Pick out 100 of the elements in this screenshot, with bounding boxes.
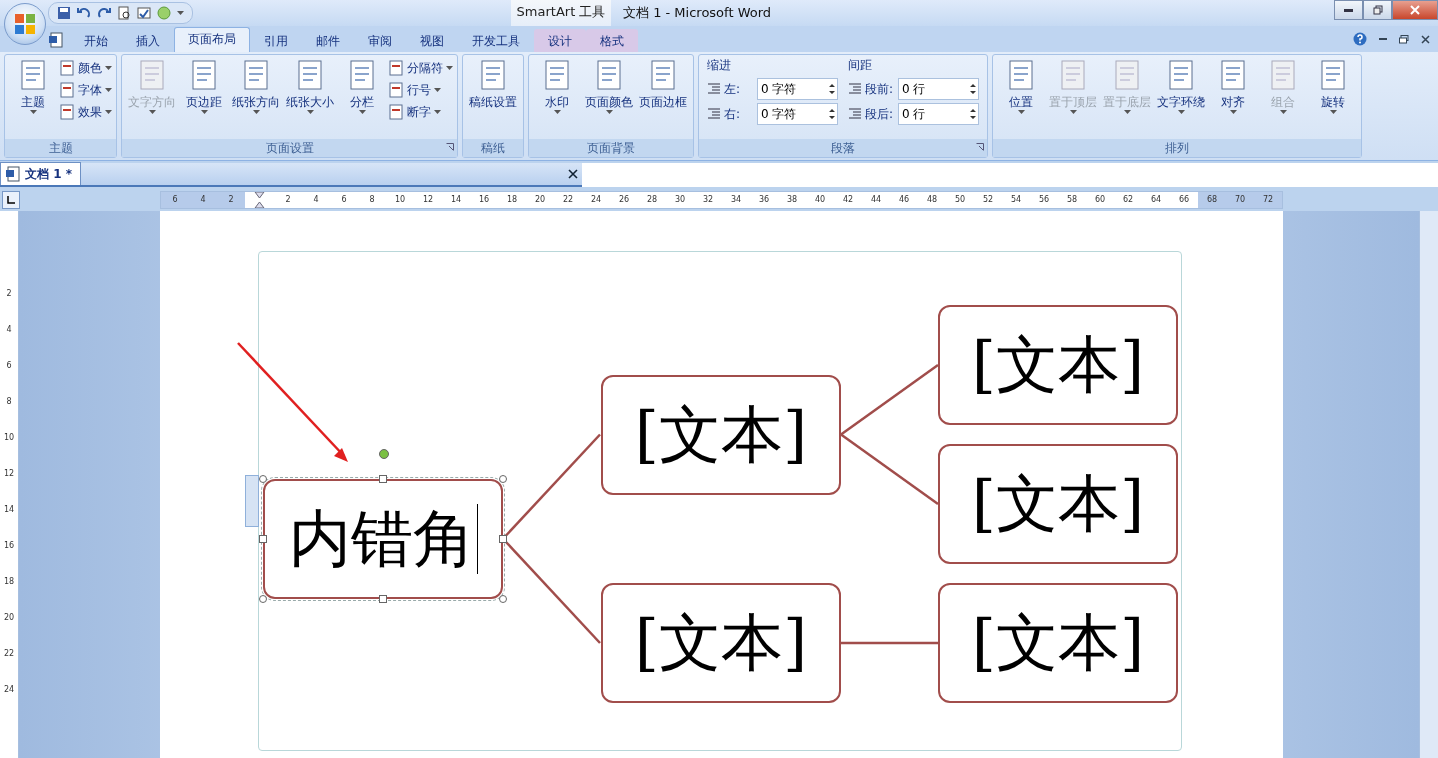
document-tab[interactable]: 文档 1 * bbox=[0, 162, 81, 185]
diagram-node[interactable]: 内错角 bbox=[263, 478, 503, 599]
ribbon-button[interactable]: 页面颜色 bbox=[583, 57, 635, 137]
close-button[interactable] bbox=[1392, 0, 1438, 20]
ribbon-small-button[interactable]: 分隔符 bbox=[388, 58, 453, 78]
diagram-node[interactable]: [文本] bbox=[601, 583, 841, 703]
diagram-node[interactable]: [文本] bbox=[938, 583, 1178, 703]
close-icon bbox=[1410, 5, 1420, 15]
spin-field[interactable]: 0 行 bbox=[898, 103, 979, 125]
ruler-number: 44 bbox=[869, 194, 883, 206]
undo-icon[interactable] bbox=[77, 6, 91, 20]
ribbon-small-button[interactable]: 字体 bbox=[59, 80, 112, 100]
ribbon-small-button[interactable]: 断字 bbox=[388, 102, 453, 122]
dialog-launcher-icon[interactable] bbox=[976, 143, 984, 151]
resize-handle[interactable] bbox=[259, 594, 267, 603]
ruler-number: 24 bbox=[589, 194, 603, 206]
spinner-icon[interactable] bbox=[968, 81, 978, 97]
help-icon[interactable] bbox=[1353, 32, 1367, 46]
text-pane-toggle[interactable] bbox=[245, 475, 259, 527]
ribbon-button[interactable]: 纸张方向 bbox=[230, 57, 282, 137]
ruler-number: 2 bbox=[284, 194, 292, 206]
tab-selector-button[interactable] bbox=[2, 191, 20, 209]
section-heading: 间距 bbox=[848, 57, 873, 74]
ribbon-tab[interactable]: 设计 bbox=[534, 29, 586, 52]
ribbon-small-button[interactable]: 行号 bbox=[388, 80, 453, 100]
ruler-number: 6 bbox=[171, 194, 179, 206]
document-icon bbox=[295, 59, 325, 91]
document-icon bbox=[648, 59, 678, 91]
ruler-number: 8 bbox=[6, 397, 12, 408]
ribbon-tab[interactable]: 邮件 bbox=[302, 29, 354, 52]
ribbon-button[interactable]: 对齐 bbox=[1209, 57, 1257, 137]
spinner-icon[interactable] bbox=[827, 106, 837, 122]
redo-icon[interactable] bbox=[97, 6, 111, 20]
spinner-icon[interactable] bbox=[827, 81, 837, 97]
ribbon-button[interactable]: 水印 bbox=[533, 57, 581, 137]
resize-handle[interactable] bbox=[379, 474, 387, 483]
ribbon-small-button[interactable]: 颜色 bbox=[59, 58, 112, 78]
minimize-icon bbox=[1344, 8, 1353, 12]
ribbon-tab[interactable]: 开始 bbox=[70, 29, 122, 52]
print-preview-icon[interactable] bbox=[117, 6, 131, 20]
ruler-number: 28 bbox=[645, 194, 659, 206]
ribbon-button[interactable]: 页边距 bbox=[180, 57, 228, 137]
ribbon-tab[interactable]: 引用 bbox=[250, 29, 302, 52]
word-document-icon[interactable] bbox=[48, 32, 64, 48]
caret-icon bbox=[1069, 110, 1077, 114]
office-button[interactable] bbox=[4, 3, 46, 45]
ribbon-tab[interactable]: 页面布局 bbox=[174, 27, 250, 52]
caret-icon bbox=[1177, 110, 1185, 114]
ribbon-tab[interactable]: 开发工具 bbox=[458, 29, 534, 52]
contextual-tools-title: SmartArt 工具 bbox=[511, 0, 611, 26]
spin-field[interactable]: 0 行 bbox=[898, 78, 979, 100]
indent-icon bbox=[707, 82, 721, 96]
close-icon[interactable] bbox=[568, 169, 578, 179]
resize-handle[interactable] bbox=[259, 474, 267, 483]
dialog-launcher-icon[interactable] bbox=[446, 143, 454, 151]
ribbon-tab[interactable]: 插入 bbox=[122, 29, 174, 52]
ruler-number: 22 bbox=[561, 194, 575, 206]
ribbon-button[interactable]: 分栏 bbox=[338, 57, 386, 137]
minimize-button[interactable] bbox=[1334, 0, 1363, 20]
resize-handle[interactable] bbox=[499, 534, 507, 543]
ruler-number: 46 bbox=[897, 194, 911, 206]
indent-icon bbox=[707, 107, 721, 121]
resize-handle[interactable] bbox=[259, 534, 267, 543]
ribbon-button[interactable]: 页面边框 bbox=[637, 57, 689, 137]
ribbon-button[interactable]: 旋转 bbox=[1309, 57, 1357, 137]
save-icon[interactable] bbox=[57, 6, 71, 20]
ribbon-button[interactable]: 主题 bbox=[9, 57, 57, 137]
spelling-icon[interactable] bbox=[137, 6, 151, 20]
ruler-number: 42 bbox=[841, 194, 855, 206]
ribbon-tab[interactable]: 视图 bbox=[406, 29, 458, 52]
ruler-number: 4 bbox=[199, 194, 207, 206]
ruler-number: 66 bbox=[1177, 194, 1191, 206]
diagram-node[interactable]: [文本] bbox=[938, 305, 1178, 425]
ribbon-button[interactable]: 文字环绕 bbox=[1155, 57, 1207, 137]
ribbon-button[interactable]: 位置 bbox=[997, 57, 1045, 137]
word-document-icon bbox=[5, 166, 21, 182]
restore-icon[interactable] bbox=[1399, 34, 1409, 44]
spinner-icon[interactable] bbox=[968, 106, 978, 122]
spin-field[interactable]: 0 字符 bbox=[757, 103, 838, 125]
resize-handle[interactable] bbox=[499, 594, 507, 603]
ribbon-tab[interactable]: 格式 bbox=[586, 29, 638, 52]
ribbon-small-button[interactable]: 效果 bbox=[59, 102, 112, 122]
ribbon-tab[interactable]: 审阅 bbox=[354, 29, 406, 52]
vertical-scrollbar[interactable] bbox=[1419, 211, 1438, 758]
ruler-number: 40 bbox=[813, 194, 827, 206]
ruler-number: 18 bbox=[505, 194, 519, 206]
rotation-handle[interactable] bbox=[379, 448, 389, 459]
spin-field[interactable]: 0 字符 bbox=[757, 78, 838, 100]
ruler-number: 34 bbox=[729, 194, 743, 206]
resize-handle[interactable] bbox=[379, 594, 387, 603]
text-cursor bbox=[476, 503, 478, 574]
ruler-number: 12 bbox=[3, 469, 15, 480]
resize-handle[interactable] bbox=[499, 474, 507, 483]
ribbon-button[interactable]: 稿纸设置 bbox=[467, 57, 519, 137]
diagram-node[interactable]: [文本] bbox=[938, 444, 1178, 564]
caret-icon bbox=[105, 88, 112, 92]
diagram-node[interactable]: [文本] bbox=[601, 374, 841, 495]
ruler-number: 52 bbox=[981, 194, 995, 206]
close-icon[interactable] bbox=[1421, 34, 1430, 44]
ribbon-button[interactable]: 纸张大小 bbox=[284, 57, 336, 137]
